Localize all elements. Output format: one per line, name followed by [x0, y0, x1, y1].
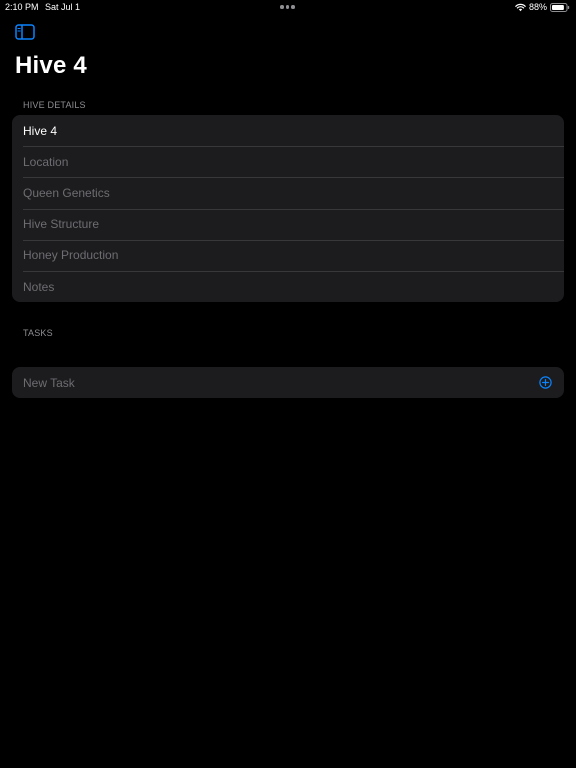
- battery-icon: [550, 2, 570, 12]
- battery-percent: 88%: [528, 2, 547, 12]
- hive-details-header: HIVE DETAILS: [23, 100, 86, 110]
- honey-production-field[interactable]: Honey Production: [12, 239, 564, 271]
- wifi-icon: [515, 3, 526, 11]
- status-right: 88%: [515, 2, 570, 12]
- new-task-field[interactable]: New Task: [12, 367, 564, 398]
- plus-circle-icon[interactable]: [539, 376, 552, 389]
- tasks-card: New Task: [12, 367, 564, 399]
- hive-structure-field[interactable]: Hive Structure: [12, 208, 564, 240]
- status-time: 2:10 PM: [5, 2, 39, 12]
- status-bar: 2:10 PM Sat Jul 1 88%: [0, 0, 576, 16]
- queen-genetics-field[interactable]: Queen Genetics: [12, 177, 564, 208]
- location-field[interactable]: Location: [12, 146, 564, 177]
- page-title: Hive 4: [15, 52, 87, 79]
- notes-field[interactable]: Notes: [12, 270, 564, 302]
- tasks-header: TASKS: [23, 328, 53, 338]
- hive-name-field[interactable]: Hive 4: [12, 115, 564, 146]
- multitasking-dots-icon[interactable]: [280, 5, 295, 9]
- hive-details-card: Hive 4 Location Queen Genetics Hive Stru…: [12, 115, 564, 303]
- sidebar-icon[interactable]: [15, 24, 35, 40]
- status-date: Sat Jul 1: [45, 2, 81, 12]
